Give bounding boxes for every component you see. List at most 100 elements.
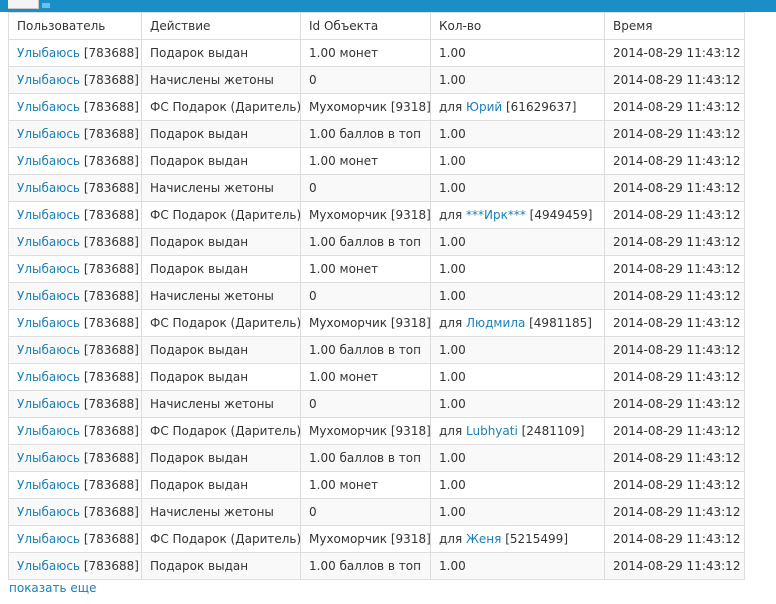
user-link[interactable]: Улыбаюсь bbox=[17, 370, 80, 384]
cell-quantity: 1.00 bbox=[430, 66, 605, 94]
cell-object-id: 1.00 баллов в топ bbox=[300, 120, 431, 148]
user-link[interactable]: Улыбаюсь bbox=[17, 505, 80, 519]
cell-object-id: 1.00 баллов в топ bbox=[300, 228, 431, 256]
cell-quantity: для Женя [5215499] bbox=[430, 525, 605, 553]
quantity-prefix: для bbox=[439, 100, 466, 114]
cell-time: 2014-08-29 11:43:12 bbox=[604, 363, 745, 391]
table-row: Улыбаюсь [783688] Начислены жетоны 0 1.00 20… bbox=[8, 174, 745, 202]
cell-user: Улыбаюсь [783688] bbox=[8, 39, 142, 67]
user-link[interactable]: Улыбаюсь bbox=[17, 478, 80, 492]
quantity-value: 1.00 bbox=[439, 73, 466, 87]
user-link[interactable]: Улыбаюсь bbox=[17, 127, 80, 141]
quantity-value: 1.00 bbox=[439, 397, 466, 411]
quantity-value: 1.00 bbox=[439, 505, 466, 519]
user-link[interactable]: Улыбаюсь bbox=[17, 424, 80, 438]
cell-user: Улыбаюсь [783688] bbox=[8, 201, 142, 229]
table-row: Улыбаюсь [783688] ФС Подарок (Даритель) Му… bbox=[8, 309, 745, 337]
user-id: [783688] bbox=[83, 73, 139, 87]
user-link[interactable]: Улыбаюсь bbox=[17, 73, 80, 87]
cell-user: Улыбаюсь [783688] bbox=[8, 498, 142, 526]
cell-quantity: для ***Ирк*** [4949459] bbox=[430, 201, 605, 229]
cell-object-id: 0 bbox=[300, 498, 431, 526]
quantity-value: 1.00 bbox=[439, 343, 466, 357]
cell-quantity: для Юрий [61629637] bbox=[430, 93, 605, 121]
table-row: Улыбаюсь [783688] ФС Подарок (Даритель) Му… bbox=[8, 417, 745, 445]
user-link[interactable]: Улыбаюсь bbox=[17, 100, 80, 114]
table-row: Улыбаюсь [783688] ФС Подарок (Даритель) Му… bbox=[8, 525, 745, 553]
table-row: Улыбаюсь [783688] Подарок выдан 1.00 монет… bbox=[8, 363, 745, 391]
cell-user: Улыбаюсь [783688] bbox=[8, 471, 142, 499]
user-link[interactable]: Улыбаюсь bbox=[17, 181, 80, 195]
user-link[interactable]: Улыбаюсь bbox=[17, 154, 80, 168]
user-link[interactable]: Улыбаюсь bbox=[17, 289, 80, 303]
cell-quantity: 1.00 bbox=[430, 552, 605, 580]
cell-action: ФС Подарок (Даритель) bbox=[141, 201, 301, 229]
cell-user: Улыбаюсь [783688] bbox=[8, 282, 142, 310]
cell-user: Улыбаюсь [783688] bbox=[8, 525, 142, 553]
user-link[interactable]: Улыбаюсь bbox=[17, 235, 80, 249]
quantity-value: 1.00 bbox=[439, 46, 466, 60]
recipient-link[interactable]: Юрий bbox=[466, 100, 502, 114]
cell-quantity: 1.00 bbox=[430, 471, 605, 499]
cell-quantity: 1.00 bbox=[430, 498, 605, 526]
quantity-prefix: для bbox=[439, 532, 466, 546]
cell-time: 2014-08-29 11:43:12 bbox=[604, 525, 745, 553]
user-id: [783688] bbox=[83, 208, 139, 222]
cell-time: 2014-08-29 11:43:12 bbox=[604, 444, 745, 472]
cell-user: Улыбаюсь [783688] bbox=[8, 174, 142, 202]
cell-action: Начислены жетоны bbox=[141, 498, 301, 526]
user-id: [783688] bbox=[83, 316, 139, 330]
recipient-link[interactable]: Людмила bbox=[466, 316, 525, 330]
table-row: Улыбаюсь [783688] Подарок выдан 1.00 балло… bbox=[8, 228, 745, 256]
cell-time: 2014-08-29 11:43:12 bbox=[604, 417, 745, 445]
recipient-id: [4949459] bbox=[525, 208, 593, 222]
cell-quantity: 1.00 bbox=[430, 390, 605, 418]
user-link[interactable]: Улыбаюсь bbox=[17, 316, 80, 330]
cell-action: ФС Подарок (Даритель) bbox=[141, 417, 301, 445]
cell-action: Подарок выдан bbox=[141, 444, 301, 472]
user-id: [783688] bbox=[83, 100, 139, 114]
cell-user: Улыбаюсь [783688] bbox=[8, 390, 142, 418]
cell-quantity: 1.00 bbox=[430, 363, 605, 391]
cell-object-id: 1.00 монет bbox=[300, 471, 431, 499]
cell-action: Подарок выдан bbox=[141, 336, 301, 364]
cell-time: 2014-08-29 11:43:12 bbox=[604, 120, 745, 148]
cell-time: 2014-08-29 11:43:12 bbox=[604, 552, 745, 580]
user-link[interactable]: Улыбаюсь bbox=[17, 451, 80, 465]
cell-action: Начислены жетоны bbox=[141, 390, 301, 418]
user-link[interactable]: Улыбаюсь bbox=[17, 262, 80, 276]
cell-time: 2014-08-29 11:43:12 bbox=[604, 336, 745, 364]
user-id: [783688] bbox=[83, 370, 139, 384]
recipient-id: [5215499] bbox=[501, 532, 568, 546]
show-more-link[interactable]: показать еще bbox=[9, 581, 96, 595]
user-id: [783688] bbox=[83, 532, 139, 546]
user-link[interactable]: Улыбаюсь bbox=[17, 397, 80, 411]
cell-object-id: 1.00 монет bbox=[300, 255, 431, 283]
table-row: Улыбаюсь [783688] Подарок выдан 1.00 балло… bbox=[8, 336, 745, 364]
recipient-link[interactable]: Lubhyati bbox=[466, 424, 518, 438]
cell-quantity: для Lubhyati [2481109] bbox=[430, 417, 605, 445]
cell-action: Подарок выдан bbox=[141, 147, 301, 175]
cell-time: 2014-08-29 11:43:12 bbox=[604, 282, 745, 310]
cell-object-id: 0 bbox=[300, 66, 431, 94]
recipient-link[interactable]: ***Ирк*** bbox=[466, 208, 526, 222]
cell-object-id: 0 bbox=[300, 174, 431, 202]
cell-object-id: 1.00 баллов в топ bbox=[300, 552, 431, 580]
header-decoration bbox=[42, 3, 50, 8]
recipient-link[interactable]: Женя bbox=[466, 532, 501, 546]
quantity-value: 1.00 bbox=[439, 154, 466, 168]
table-row: Улыбаюсь [783688] Подарок выдан 1.00 монет… bbox=[8, 255, 745, 283]
user-link[interactable]: Улыбаюсь bbox=[17, 343, 80, 357]
cell-object-id: Мухоморчик [9318] bbox=[300, 93, 431, 121]
cell-action: ФС Подарок (Даритель) bbox=[141, 93, 301, 121]
user-link[interactable]: Улыбаюсь bbox=[17, 46, 80, 60]
user-id: [783688] bbox=[83, 559, 139, 573]
cell-time: 2014-08-29 11:43:12 bbox=[604, 39, 745, 67]
user-link[interactable]: Улыбаюсь bbox=[17, 559, 80, 573]
user-link[interactable]: Улыбаюсь bbox=[17, 532, 80, 546]
user-id: [783688] bbox=[83, 154, 139, 168]
user-id: [783688] bbox=[83, 343, 139, 357]
user-id: [783688] bbox=[83, 127, 139, 141]
user-link[interactable]: Улыбаюсь bbox=[17, 208, 80, 222]
column-header-action: Действие bbox=[141, 12, 301, 40]
